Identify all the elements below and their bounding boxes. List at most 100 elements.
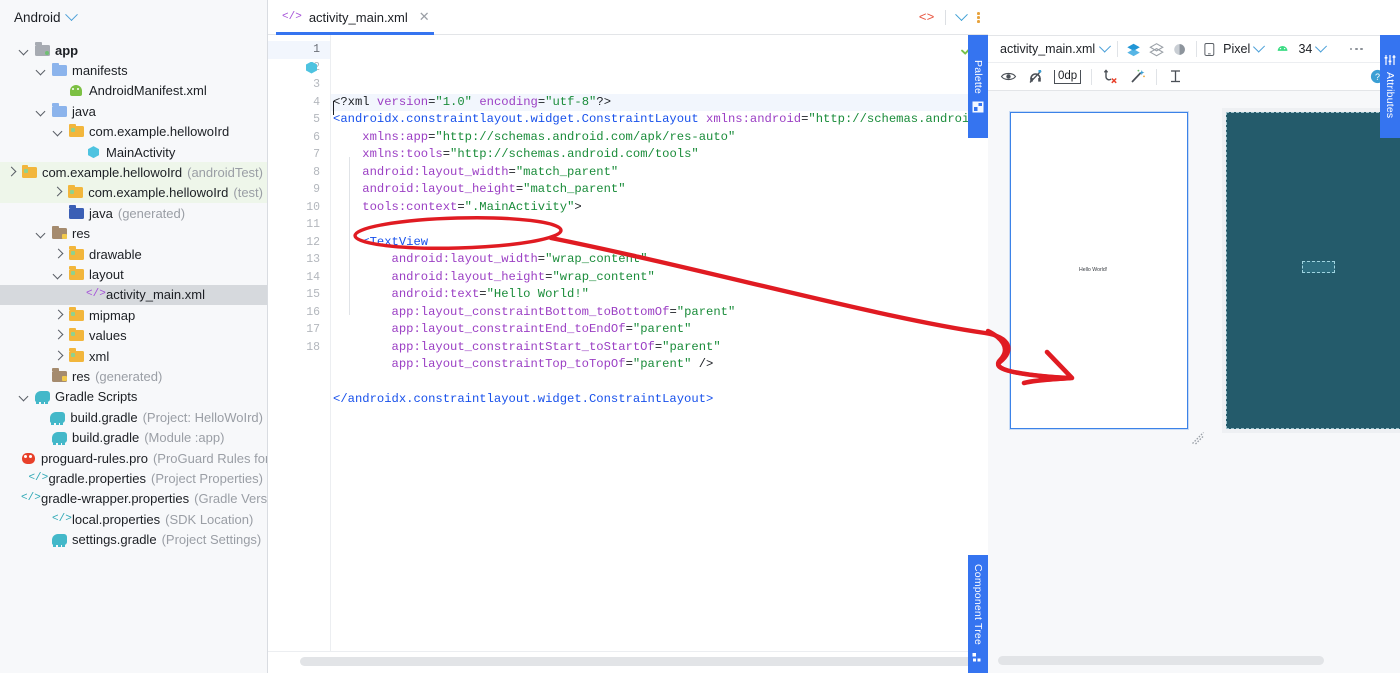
chevron-right-icon[interactable] — [6, 167, 17, 178]
blueprint-icon[interactable] — [1149, 41, 1165, 58]
gutter-line-13[interactable]: 13 — [268, 251, 330, 269]
chevron-down-icon[interactable] — [1315, 40, 1328, 53]
gutter-line-16[interactable]: 16 — [268, 304, 330, 322]
editor-gutter[interactable]: 123456789101112131415161718 — [268, 35, 330, 651]
blueprint-preview-device[interactable] — [1226, 112, 1400, 429]
tree-item-local-properties[interactable]: </> local.properties (SDK Location) — [0, 509, 267, 529]
attributes-tool-strip[interactable]: Attributes — [1380, 35, 1400, 138]
gutter-line-1[interactable]: 1 — [268, 41, 330, 59]
eye-icon[interactable] — [1000, 68, 1017, 85]
gutter-line-7[interactable]: 7 — [268, 146, 330, 164]
code-line-3[interactable]: xmlns:app="http://schemas.android.com/ap… — [331, 129, 988, 147]
code-brackets-icon[interactable]: <> — [919, 10, 935, 25]
chevron-down-icon[interactable] — [1253, 40, 1266, 53]
chevron-right-icon[interactable] — [53, 249, 64, 260]
gutter-line-17[interactable]: 17 — [268, 321, 330, 339]
magnet-off-icon[interactable] — [1027, 68, 1044, 85]
blueprint-textview-box[interactable] — [1302, 261, 1335, 273]
chevron-right-icon[interactable] — [53, 310, 64, 321]
design-file-label[interactable]: activity_main.xml — [1000, 42, 1095, 56]
gutter-line-18[interactable]: 18 — [268, 339, 330, 357]
preview-textview-hello-world[interactable]: Hello World! — [1079, 267, 1107, 273]
gutter-line-3[interactable]: 3 — [268, 76, 330, 94]
chevron-right-icon[interactable] — [53, 351, 64, 362]
editor-code[interactable]: <?xml version="1.0" encoding="utf-8"?> <a… — [330, 35, 988, 651]
tree-item-proguard-rules-pro[interactable]: proguard-rules.pro (ProGuard Rules for " — [0, 448, 267, 468]
tree-item-com-example-hellowoird[interactable]: com.example.hellowoIrd — [0, 122, 267, 142]
chevron-down-icon[interactable] — [53, 126, 64, 137]
code-line-13[interactable]: app:layout_constraintBottom_toBottomOf="… — [331, 304, 988, 322]
tree-item-activity-main-xml[interactable]: </> activity_main.xml — [0, 284, 267, 306]
ellipsis-icon[interactable] — [1349, 47, 1363, 51]
chevron-right-icon[interactable] — [53, 330, 64, 341]
layout-preview-icon[interactable] — [306, 61, 317, 74]
gutter-line-2[interactable]: 2 — [268, 59, 330, 77]
tree-item-build-gradle[interactable]: build.gradle (Project: HelloWoIrd) — [0, 407, 267, 427]
code-line-12[interactable]: android:text="Hello World!" — [331, 286, 988, 304]
project-tree[interactable]: app manifests AndroidManifest.xml java com.e… — [0, 35, 267, 673]
tree-item-mainactivity[interactable]: MainActivity — [0, 142, 267, 162]
chevron-right-icon[interactable] — [52, 187, 63, 198]
code-line-18[interactable]: </androidx.constraintlayout.widget.Const… — [331, 391, 988, 409]
resize-grip-icon[interactable] — [1191, 431, 1205, 445]
chevron-down-icon[interactable] — [1099, 40, 1112, 53]
tree-item-java[interactable]: java — [0, 101, 267, 121]
chevron-down-icon[interactable] — [19, 45, 30, 56]
code-line-6[interactable]: android:layout_height="match_parent" — [331, 181, 988, 199]
editor-hscrollbar[interactable] — [300, 657, 980, 666]
chevron-down-icon[interactable] — [64, 8, 78, 22]
gutter-line-10[interactable]: 10 — [268, 199, 330, 217]
tree-item-values[interactable]: values — [0, 325, 267, 345]
code-line-14[interactable]: app:layout_constraintEnd_toEndOf="parent… — [331, 321, 988, 339]
tree-item-res[interactable]: res (generated) — [0, 366, 267, 386]
gutter-line-9[interactable]: 9 — [268, 181, 330, 199]
palette-tool-strip[interactable]: Palette — [968, 35, 988, 138]
device-label[interactable]: Pixel — [1223, 42, 1250, 56]
design-canvas[interactable]: Hello World! — [988, 91, 1400, 651]
gutter-line-5[interactable]: 5 — [268, 111, 330, 129]
code-line-7[interactable]: tools:context=".MainActivity"> — [331, 199, 988, 217]
design-hscrollbar[interactable] — [998, 656, 1324, 665]
gutter-line-14[interactable]: 14 — [268, 269, 330, 287]
chevron-down-icon[interactable] — [955, 8, 969, 22]
code-line-9[interactable]: <TextView — [331, 234, 988, 252]
tree-item-settings-gradle[interactable]: settings.gradle (Project Settings) — [0, 529, 267, 549]
code-line-11[interactable]: android:layout_height="wrap_content" — [331, 269, 988, 287]
code-line-15[interactable]: app:layout_constraintStart_toStartOf="pa… — [331, 339, 988, 357]
gutter-line-6[interactable]: 6 — [268, 129, 330, 147]
code-line-1[interactable]: <?xml version="1.0" encoding="utf-8"?> — [331, 93, 988, 115]
chevron-down-icon[interactable] — [19, 391, 30, 402]
design-preview-device[interactable]: Hello World! — [1010, 112, 1188, 429]
chevron-down-icon[interactable] — [36, 106, 47, 117]
code-line-10[interactable]: android:layout_width="wrap_content" — [331, 251, 988, 269]
project-view-selector[interactable]: Android — [0, 0, 267, 35]
code-line-16[interactable]: app:layout_constraintTop_toTopOf="parent… — [331, 356, 988, 374]
gutter-line-11[interactable]: 11 — [268, 216, 330, 234]
component-tree-tool-strip[interactable]: Component Tree — [968, 555, 988, 673]
tree-item-gradle-wrapper-properties[interactable]: </> gradle-wrapper.properties (Gradle Vers… — [0, 489, 267, 509]
editor-tab-activity-main[interactable]: </> activity_main.xml ✕ — [268, 0, 442, 35]
tree-item-androidmanifest-xml[interactable]: AndroidManifest.xml — [0, 81, 267, 101]
code-line-4[interactable]: xmlns:tools="http://schemas.android.com/… — [331, 146, 988, 164]
tree-item-gradle-properties[interactable]: </> gradle.properties (Project Properties) — [0, 468, 267, 488]
tree-item-layout[interactable]: layout — [0, 264, 267, 284]
code-line-5[interactable]: android:layout_width="match_parent" — [331, 164, 988, 182]
magic-wand-icon[interactable] — [1129, 68, 1146, 85]
design-blueprint-icon[interactable] — [1172, 41, 1187, 58]
tree-item-mipmap[interactable]: mipmap — [0, 305, 267, 325]
gutter-line-4[interactable]: 4 — [268, 94, 330, 112]
tree-item-gradle-scripts[interactable]: Gradle Scripts — [0, 387, 267, 407]
code-line-2[interactable]: <androidx.constraintlayout.widget.Constr… — [331, 111, 988, 129]
tree-item-build-gradle[interactable]: build.gradle (Module :app) — [0, 427, 267, 447]
code-line-8[interactable] — [331, 216, 988, 234]
tree-item-drawable[interactable]: drawable — [0, 244, 267, 264]
tree-item-com-example-hellowoird[interactable]: com.example.hellowoIrd (androidTest) — [0, 162, 267, 183]
chevron-down-icon[interactable] — [53, 269, 64, 280]
tree-item-manifests[interactable]: manifests — [0, 60, 267, 80]
kebab-menu-icon[interactable] — [977, 12, 980, 23]
gutter-line-8[interactable]: 8 — [268, 164, 330, 182]
close-icon[interactable]: ✕ — [419, 9, 430, 25]
code-line-17[interactable] — [331, 374, 988, 392]
tree-item-xml[interactable]: xml — [0, 346, 267, 366]
clear-constraints-icon[interactable] — [1102, 68, 1119, 85]
